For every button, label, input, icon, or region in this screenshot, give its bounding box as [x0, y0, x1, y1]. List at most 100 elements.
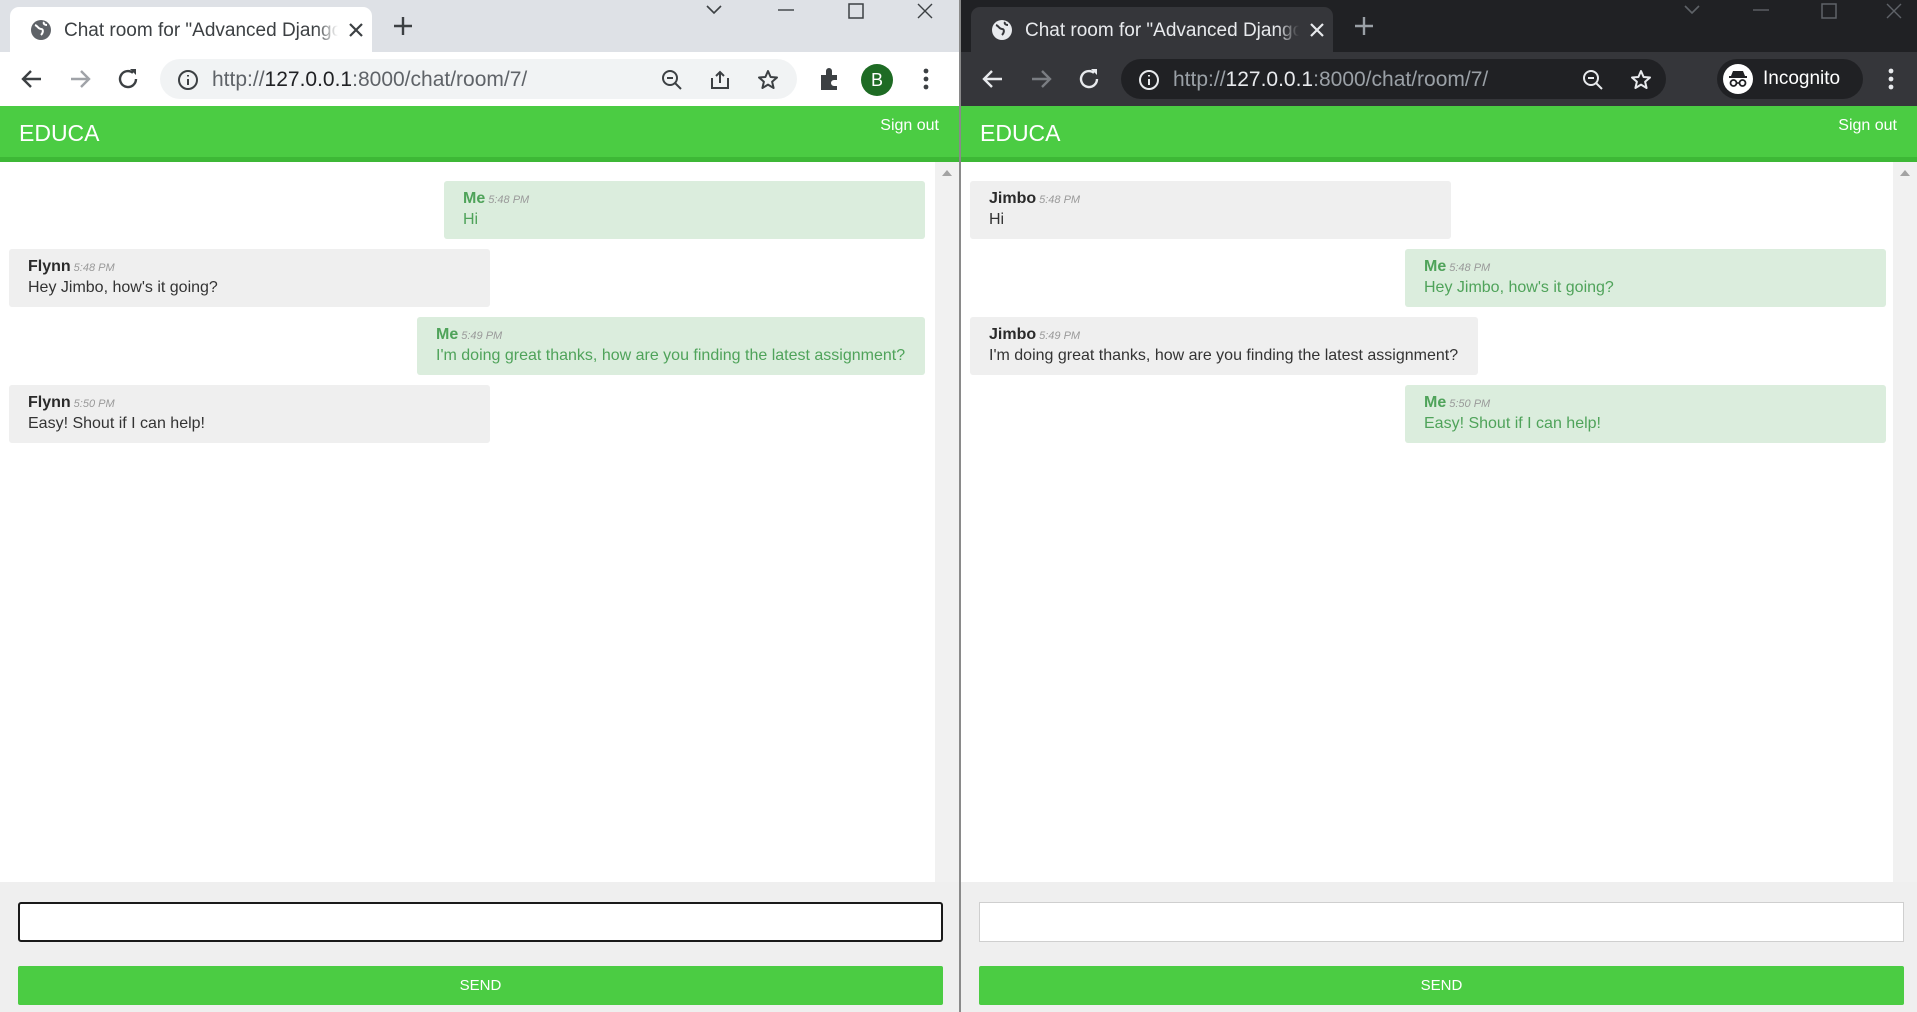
chat-message: Jimbo 5:49 PM I'm doing great thanks, how… [970, 317, 1478, 375]
tab-search-button[interactable] [693, 0, 735, 22]
chat-message-input[interactable] [979, 902, 1904, 942]
url-scheme: http:// [212, 68, 265, 91]
browser-window-left: Chat room for "Advanced Django http://12… [0, 0, 959, 1012]
chat-messages: Me 5:48 PM Hi Flynn 5:48 PM Hey Jimbo, how… [0, 162, 935, 882]
maximize-icon [1821, 3, 1837, 19]
zoom-icon[interactable] [1581, 68, 1605, 92]
minimize-button[interactable] [1740, 0, 1782, 22]
close-window-button[interactable] [1873, 0, 1915, 22]
tab-search-button[interactable] [1671, 0, 1713, 22]
globe-icon [31, 20, 51, 40]
new-tab-icon[interactable] [390, 13, 416, 39]
new-tab-icon[interactable] [1351, 13, 1377, 39]
reload-icon[interactable] [114, 65, 142, 93]
message-time: 5:48 PM [488, 194, 530, 206]
minimize-icon [1753, 9, 1769, 11]
profile-avatar[interactable]: B [861, 64, 893, 96]
message-time: 5:49 PM [1039, 330, 1081, 342]
chat-message: Me 5:49 PM I'm doing great thanks, how ar… [417, 317, 925, 375]
url-host: 127.0.0.1 [1225, 68, 1314, 91]
globe-icon [992, 20, 1012, 40]
incognito-icon [1723, 64, 1753, 94]
extensions-puzzle-icon[interactable] [816, 65, 844, 93]
tab-title: Chat room for "Advanced Django [1025, 20, 1299, 42]
site-info-icon[interactable] [176, 68, 200, 92]
chat-message: Flynn 5:50 PM Easy! Shout if I can help! [9, 385, 490, 443]
message-author: Jimbo [989, 190, 1037, 207]
sign-out-link[interactable]: Sign out [880, 117, 939, 135]
site-header: EDUCA Sign out [961, 106, 1917, 162]
close-icon [917, 3, 933, 19]
forward-arrow-icon[interactable] [66, 65, 94, 93]
tab-close-icon[interactable] [1307, 20, 1327, 40]
url-path: :8000/chat/room/7/ [352, 68, 528, 91]
message-author: Flynn [28, 258, 71, 275]
chat-scrollbar[interactable] [935, 162, 959, 882]
share-icon[interactable] [708, 68, 732, 92]
message-author: Me [1424, 394, 1447, 411]
message-author: Jimbo [989, 326, 1037, 343]
close-window-button[interactable] [904, 0, 946, 22]
send-button[interactable]: SEND [18, 966, 943, 1005]
message-author: Me [463, 190, 486, 207]
browser-toolbar: http://127.0.0.1:8000/chat/room/7/ Incog… [961, 52, 1917, 106]
chat-scrollbar[interactable] [1893, 162, 1917, 882]
back-arrow-icon[interactable] [18, 65, 46, 93]
url-text: http://127.0.0.1:8000/chat/room/7/ [212, 68, 527, 92]
chat-message-input[interactable] [18, 902, 943, 942]
site-logo[interactable]: EDUCA [980, 120, 1061, 147]
browser-window-right: Chat room for "Advanced Django http://12… [961, 0, 1917, 1012]
browser-tab[interactable]: Chat room for "Advanced Django [10, 7, 372, 52]
message-text: Hey Jimbo, how's it going? [1424, 279, 1614, 296]
message-text: I'm doing great thanks, how are you find… [436, 347, 906, 364]
site-logo[interactable]: EDUCA [19, 120, 100, 147]
scroll-up-arrow-icon[interactable] [942, 170, 952, 176]
chat-message: Flynn 5:48 PM Hey Jimbo, how's it going? [9, 249, 490, 307]
more-menu-icon[interactable] [912, 65, 940, 93]
message-time: 5:48 PM [1039, 194, 1081, 206]
browser-tab[interactable]: Chat room for "Advanced Django [971, 7, 1333, 52]
maximize-button[interactable] [1808, 0, 1850, 22]
sign-out-link[interactable]: Sign out [1838, 117, 1897, 135]
close-icon [1886, 3, 1902, 19]
scroll-up-arrow-icon[interactable] [1900, 170, 1910, 176]
zoom-icon[interactable] [660, 68, 684, 92]
minimize-icon [778, 9, 794, 11]
chat-footer: SEND [961, 882, 1917, 1012]
forward-arrow-icon[interactable] [1027, 65, 1055, 93]
url-scheme: http:// [1173, 68, 1226, 91]
browser-toolbar: http://127.0.0.1:8000/chat/room/7/ B [0, 52, 959, 106]
message-text: Easy! Shout if I can help! [28, 415, 205, 432]
address-bar[interactable]: http://127.0.0.1:8000/chat/room/7/ [160, 59, 797, 99]
send-button[interactable]: SEND [979, 966, 1904, 1005]
message-time: 5:48 PM [1449, 262, 1491, 274]
chevron-down-icon [706, 5, 722, 15]
minimize-button[interactable] [765, 0, 807, 22]
chat-footer: SEND [0, 882, 959, 1012]
message-time: 5:50 PM [1449, 398, 1491, 410]
chat-message: Jimbo 5:48 PM Hi [970, 181, 1451, 239]
message-author: Me [1424, 258, 1447, 275]
url-host: 127.0.0.1 [264, 68, 353, 91]
message-text: Easy! Shout if I can help! [1424, 415, 1601, 432]
reload-icon[interactable] [1075, 65, 1103, 93]
site-info-icon[interactable] [1137, 68, 1161, 92]
message-text: Hi [989, 211, 1005, 228]
bookmark-star-icon[interactable] [1629, 68, 1653, 92]
incognito-indicator[interactable]: Incognito [1717, 59, 1863, 99]
maximize-button[interactable] [835, 0, 877, 22]
site-header: EDUCA Sign out [0, 106, 959, 162]
address-bar[interactable]: http://127.0.0.1:8000/chat/room/7/ [1121, 59, 1666, 99]
more-menu-icon[interactable] [1877, 65, 1905, 93]
message-author: Me [436, 326, 459, 343]
tab-close-icon[interactable] [346, 20, 366, 40]
chat-page: EDUCA Sign out Me 5:48 PM Hi Flynn 5:48 PM… [0, 106, 959, 1012]
chevron-down-icon [1684, 5, 1700, 15]
chat-message: Me 5:50 PM Easy! Shout if I can help! [1405, 385, 1886, 443]
url-path: :8000/chat/room/7/ [1313, 68, 1489, 91]
message-text: Hey Jimbo, how's it going? [28, 279, 218, 296]
back-arrow-icon[interactable] [979, 65, 1007, 93]
bookmark-star-icon[interactable] [756, 68, 780, 92]
tab-strip: Chat room for "Advanced Django [0, 0, 959, 52]
message-text: Hi [463, 211, 479, 228]
